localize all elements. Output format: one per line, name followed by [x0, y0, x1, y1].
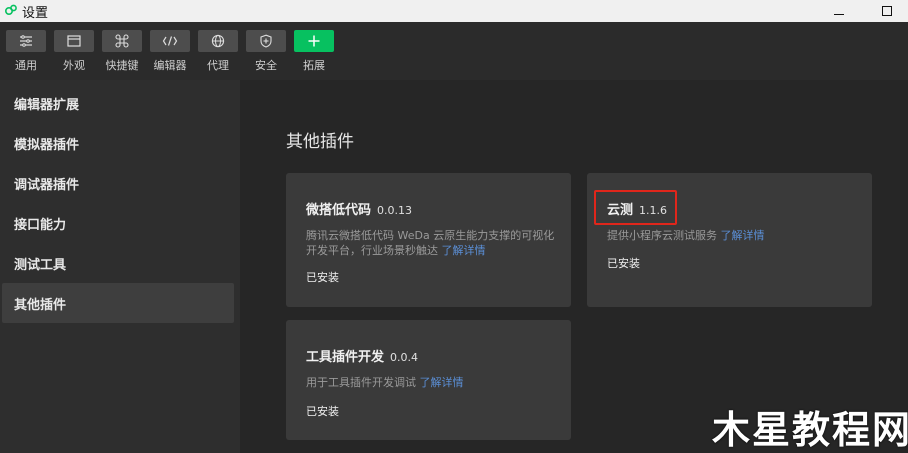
tool-label-extensions: 拓展	[303, 59, 325, 72]
general-button[interactable]	[6, 30, 46, 52]
code-brackets-icon	[162, 36, 178, 46]
sidebar-item-api-capabilities[interactable]: 接口能力	[2, 203, 234, 243]
sidebar-item-label: 其他插件	[14, 297, 67, 313]
sidebar-item-label: 测试工具	[14, 257, 67, 273]
watermark-text: 木星教程网	[712, 408, 908, 452]
plugin-header: 工具插件开发 0.0.4	[306, 346, 418, 365]
tool-editor[interactable]: 编辑器	[150, 30, 190, 73]
sidebar-item-label: 编辑器扩展	[14, 97, 80, 113]
window-title: 设置	[22, 6, 49, 21]
tool-label-general: 通用	[15, 59, 37, 72]
plugin-status: 已安装	[607, 257, 640, 270]
main-panel: 其他插件 微搭低代码 0.0.13 腾讯云微搭低代码 WeDa 云原生能力支撑的…	[240, 80, 908, 453]
plugin-name: 微搭低代码	[306, 203, 372, 218]
app-logo-icon	[4, 4, 17, 16]
command-key-icon	[115, 34, 129, 48]
maximize-icon	[882, 6, 892, 16]
sidebar-item-editor-extensions[interactable]: 编辑器扩展	[2, 83, 234, 123]
tool-label-appearance: 外观	[63, 59, 85, 72]
globe-icon	[211, 34, 225, 48]
tool-label-proxy: 代理	[207, 59, 229, 72]
sliders-icon	[20, 35, 32, 47]
plugin-description-line: 腾讯云微搭低代码 WeDa 云原生能力支撑的可视化	[306, 229, 555, 242]
tool-security[interactable]: 安全	[246, 30, 286, 73]
sidebar-item-other-plugins[interactable]: 其他插件	[2, 283, 234, 323]
security-button[interactable]	[246, 30, 286, 52]
sidebar-item-debugger-plugins[interactable]: 调试器插件	[2, 163, 234, 203]
plugin-description: 提供小程序云测试服务 了解详情	[607, 228, 867, 243]
plugin-card-weda[interactable]: 微搭低代码 0.0.13 腾讯云微搭低代码 WeDa 云原生能力支撑的可视化 开…	[286, 173, 571, 307]
plugin-description-text: 开发平台，行业场景秒触达	[306, 244, 438, 257]
plugin-description: 腾讯云微搭低代码 WeDa 云原生能力支撑的可视化 开发平台，行业场景秒触达 了…	[306, 228, 566, 258]
shortcuts-button[interactable]	[102, 30, 142, 52]
plugin-status: 已安装	[306, 405, 339, 418]
tool-general[interactable]: 通用	[6, 30, 46, 73]
plugin-description-text: 提供小程序云测试服务	[607, 229, 717, 242]
minimize-icon	[834, 13, 844, 15]
plus-icon	[308, 35, 320, 47]
appearance-button[interactable]	[54, 30, 94, 52]
section-title: 其他插件	[286, 132, 354, 152]
settings-toolbar: 通用 外观 快捷键 编辑器 代理 安全 拓展	[0, 22, 908, 80]
plugin-description-line-2: 开发平台，行业场景秒触达 了解详情	[306, 243, 566, 258]
plugin-description: 用于工具插件开发调试 了解详情	[306, 375, 566, 390]
shield-icon	[260, 34, 272, 48]
sidebar-item-label: 模拟器插件	[14, 137, 80, 153]
tool-shortcuts[interactable]: 快捷键	[102, 30, 142, 73]
tool-extensions[interactable]: 拓展	[294, 30, 334, 73]
sidebar-item-test-tools[interactable]: 测试工具	[2, 243, 234, 283]
learn-more-link[interactable]: 了解详情	[721, 229, 765, 242]
editor-button[interactable]	[150, 30, 190, 52]
sidebar-item-label: 调试器插件	[14, 177, 80, 193]
tool-proxy[interactable]: 代理	[198, 30, 238, 73]
tool-label-shortcuts: 快捷键	[105, 59, 139, 72]
plugin-card-tool-plugin-dev[interactable]: 工具插件开发 0.0.4 用于工具插件开发调试 了解详情 已安装	[286, 320, 571, 440]
extensions-button[interactable]	[294, 30, 334, 52]
plugin-status: 已安装	[306, 271, 339, 284]
sidebar-item-label: 接口能力	[14, 217, 67, 233]
highlight-box	[594, 190, 677, 225]
plugin-card-cloud-test[interactable]: 云测 1.1.6 提供小程序云测试服务 了解详情 已安装	[587, 173, 872, 307]
proxy-button[interactable]	[198, 30, 238, 52]
window-layout-icon	[67, 35, 81, 47]
tool-label-editor: 编辑器	[153, 59, 187, 72]
plugin-name: 工具插件开发	[306, 350, 385, 365]
plugin-description-text: 用于工具插件开发调试	[306, 376, 416, 389]
tool-appearance[interactable]: 外观	[54, 30, 94, 73]
learn-more-link[interactable]: 了解详情	[420, 376, 464, 389]
plugin-version: 0.0.13	[377, 204, 413, 217]
settings-sidebar: 编辑器扩展 模拟器插件 调试器插件 接口能力 测试工具 其他插件	[0, 80, 240, 453]
tool-label-security: 安全	[255, 59, 277, 72]
minimize-button[interactable]	[826, 1, 852, 21]
maximize-button[interactable]	[874, 1, 900, 21]
plugin-header: 微搭低代码 0.0.13	[306, 199, 412, 218]
plugin-version: 0.0.4	[390, 351, 419, 364]
learn-more-link[interactable]: 了解详情	[442, 244, 486, 257]
sidebar-item-simulator-plugins[interactable]: 模拟器插件	[2, 123, 234, 163]
title-bar: 设置	[0, 0, 908, 22]
